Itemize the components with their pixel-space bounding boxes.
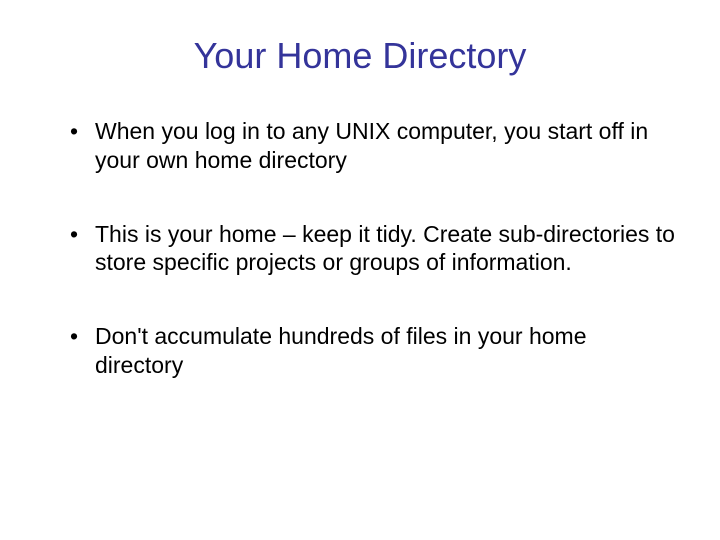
bullet-item: When you log in to any UNIX computer, yo…: [70, 117, 680, 175]
bullet-item: This is your home – keep it tidy. Create…: [70, 220, 680, 278]
bullet-list: When you log in to any UNIX computer, yo…: [40, 117, 680, 380]
bullet-item: Don't accumulate hundreds of files in yo…: [70, 322, 680, 380]
slide-container: Your Home Directory When you log in to a…: [0, 0, 720, 540]
slide-title: Your Home Directory: [40, 35, 680, 77]
